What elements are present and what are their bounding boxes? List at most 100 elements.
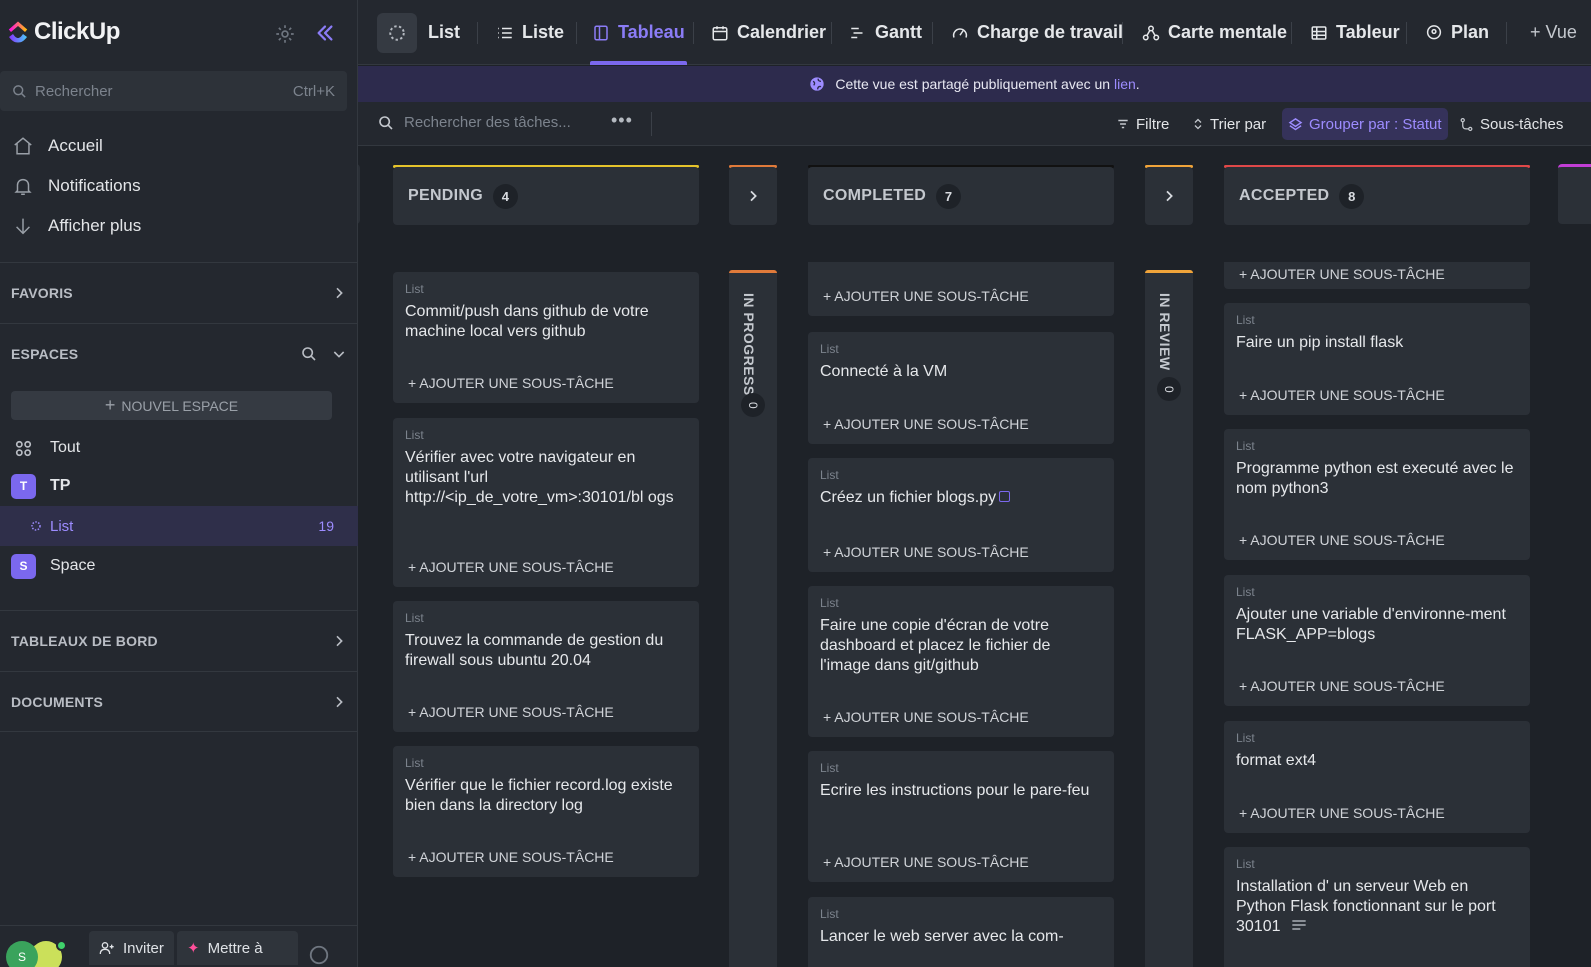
sort-button[interactable]: Trier par (1186, 108, 1272, 140)
tab-label: Calendrier (737, 22, 827, 42)
task-card[interactable]: List Créez un fichier blogs.py + AJOUTER… (808, 458, 1114, 572)
add-subtask-button[interactable]: + AJOUTER UNE SOUS-TÂCHE (408, 849, 614, 865)
share-link[interactable]: lien (1114, 76, 1136, 92)
sidebar-item-tp[interactable]: T TP (0, 466, 358, 506)
calendar-icon (712, 25, 728, 40)
tab-gantt[interactable]: Gantt (849, 0, 922, 65)
collapse-sidebar-icon[interactable] (314, 22, 336, 44)
sidebar-item-notifications[interactable]: Notifications (0, 166, 358, 206)
add-view-button[interactable]: + Vue (1530, 0, 1577, 65)
avatar[interactable]: S (6, 941, 38, 967)
add-subtask-button[interactable]: + AJOUTER UNE SOUS-TÂCHE (1239, 805, 1445, 821)
sidebar-item-space[interactable]: S Space (0, 546, 358, 586)
add-subtask-button[interactable]: + AJOUTER UNE SOUS-TÂCHE (1239, 266, 1445, 282)
task-card[interactable]: + AJOUTER UNE SOUS-TÂCHE (1224, 262, 1530, 289)
tab-charge-de-travail[interactable]: Charge de travail (951, 0, 1123, 65)
task-card[interactable]: List Commit/push dans github de votre ma… (393, 272, 699, 403)
tab-divider (477, 22, 478, 44)
sidebar-item-tout[interactable]: Tout (0, 428, 358, 468)
search-shortcut: Ctrl+K (292, 82, 335, 100)
task-card[interactable]: + AJOUTER UNE SOUS-TÂCHE (808, 262, 1114, 316)
add-subtask-button[interactable]: + AJOUTER UNE SOUS-TÂCHE (408, 559, 614, 575)
tab-carte-mentale[interactable]: Carte mentale (1142, 0, 1287, 65)
card-title: Programme python est executé avec le nom… (1236, 460, 1514, 497)
sort-label: Trier par (1210, 115, 1267, 133)
task-search[interactable]: Rechercher des tâches... (378, 114, 571, 131)
add-subtask-button[interactable]: + AJOUTER UNE SOUS-TÂCHE (823, 544, 1029, 560)
card-list-label: List (1236, 731, 1255, 745)
tab-label: List (428, 22, 461, 42)
group-by-button[interactable]: Grouper par : Statut (1282, 108, 1448, 140)
task-card[interactable]: List Installation d' un serveur Web en P… (1224, 847, 1530, 967)
collapsed-column-in-progress[interactable]: IN PROGRESS 0 (729, 270, 777, 967)
add-subtask-button[interactable]: + AJOUTER UNE SOUS-TÂCHE (823, 416, 1029, 432)
add-subtask-button[interactable]: + AJOUTER UNE SOUS-TÂCHE (1239, 532, 1445, 548)
favorites-section[interactable]: FAVORIS (0, 262, 358, 323)
upgrade-button[interactable]: ✦ Mettre à (177, 931, 298, 965)
add-subtask-button[interactable]: + AJOUTER UNE SOUS-TÂCHE (823, 709, 1029, 725)
task-card[interactable]: List Programme python est executé avec l… (1224, 429, 1530, 560)
gear-icon[interactable] (274, 23, 296, 45)
chevron-down-icon[interactable] (331, 346, 347, 362)
search-icon[interactable] (301, 346, 317, 362)
expand-in-review-button[interactable] (1145, 167, 1193, 225)
add-subtask-button[interactable]: + AJOUTER UNE SOUS-TÂCHE (408, 704, 614, 720)
task-card[interactable]: List Vérifier que le fichier record.log … (393, 746, 699, 877)
column-header-pending[interactable]: PENDING 4 (393, 167, 699, 225)
add-subtask-button[interactable]: + AJOUTER UNE SOUS-TÂCHE (1239, 678, 1445, 694)
column-header-accepted[interactable]: ACCEPTED 8 (1224, 167, 1530, 225)
gauge-icon (952, 27, 968, 38)
card-list-label: List (405, 428, 424, 442)
card-list-label: List (405, 611, 424, 625)
documents-section[interactable]: DOCUMENTS (0, 671, 358, 732)
online-indicator (56, 940, 67, 951)
table-icon (1311, 25, 1327, 40)
list-spinner-icon (31, 521, 41, 531)
tab-tableau[interactable]: Tableau (590, 0, 687, 65)
sidebar-search[interactable]: Rechercher Ctrl+K (0, 71, 347, 111)
external-link-icon[interactable] (999, 491, 1011, 502)
search-icon (13, 84, 26, 98)
banner-end: . (1135, 76, 1140, 92)
task-card[interactable]: List Connecté à la VM + AJOUTER UNE SOUS… (808, 332, 1114, 444)
clickup-logo[interactable]: ClickUp (6, 18, 120, 46)
task-card[interactable]: List Lancer le web server avec la com- (808, 897, 1114, 967)
subtasks-button[interactable]: Sous-tâches (1453, 108, 1569, 140)
sidebar-item-list[interactable]: List 19 (0, 506, 358, 546)
collapsed-column-in-review[interactable]: IN REVIEW 0 (1145, 270, 1193, 967)
invite-button[interactable]: Inviter (89, 931, 174, 965)
tab-plan[interactable]: Plan (1425, 0, 1489, 65)
add-subtask-button[interactable]: + AJOUTER UNE SOUS-TÂCHE (408, 375, 614, 391)
add-subtask-button[interactable]: + AJOUTER UNE SOUS-TÂCHE (823, 854, 1029, 870)
task-card[interactable]: List format ext4 + AJOUTER UNE SOUS-TÂCH… (1224, 721, 1530, 833)
filter-button[interactable]: Filtre (1110, 108, 1175, 140)
upgrade-label: Mettre à (207, 939, 263, 957)
list-view-icon-box[interactable] (377, 13, 417, 53)
tab-list[interactable]: List (428, 0, 460, 65)
sidebar-item-accueil[interactable]: Accueil (0, 126, 358, 166)
layers-icon (1288, 117, 1303, 130)
task-card[interactable]: List Ajouter une variable d'environne-me… (1224, 575, 1530, 706)
card-title: Trouvez la commande de gestion du firewa… (405, 632, 664, 669)
new-space-button[interactable]: + NOUVEL ESPACE (11, 391, 332, 420)
expand-in-progress-button[interactable] (729, 167, 777, 225)
tab-liste[interactable]: Liste (496, 0, 564, 65)
help-icon[interactable] (308, 944, 330, 966)
tab-tableur[interactable]: Tableur (1310, 0, 1400, 65)
list-icon (498, 27, 512, 38)
dashboards-section[interactable]: TABLEAUX DE BORD (0, 610, 358, 671)
sidebar-item-afficher-plus[interactable]: Afficher plus (0, 206, 358, 246)
task-card[interactable]: List Ecrire les instructions pour le par… (808, 751, 1114, 882)
task-card[interactable]: List Faire une copie d'écran de votre da… (808, 586, 1114, 737)
task-card[interactable]: List Faire un pip install flask + AJOUTE… (1224, 303, 1530, 415)
task-card[interactable]: List Trouvez la commande de gestion du f… (393, 601, 699, 732)
tab-divider (1406, 22, 1407, 44)
list-task-count: 19 (318, 518, 334, 534)
sort-icon (1194, 118, 1202, 130)
more-options-icon[interactable]: ••• (611, 110, 633, 131)
column-header-completed[interactable]: COMPLETED 7 (808, 167, 1114, 225)
add-subtask-button[interactable]: + AJOUTER UNE SOUS-TÂCHE (1239, 387, 1445, 403)
add-subtask-button[interactable]: + AJOUTER UNE SOUS-TÂCHE (823, 288, 1029, 304)
task-card[interactable]: List Vérifier avec votre navigateur en u… (393, 418, 699, 587)
tab-calendrier[interactable]: Calendrier (711, 0, 826, 65)
